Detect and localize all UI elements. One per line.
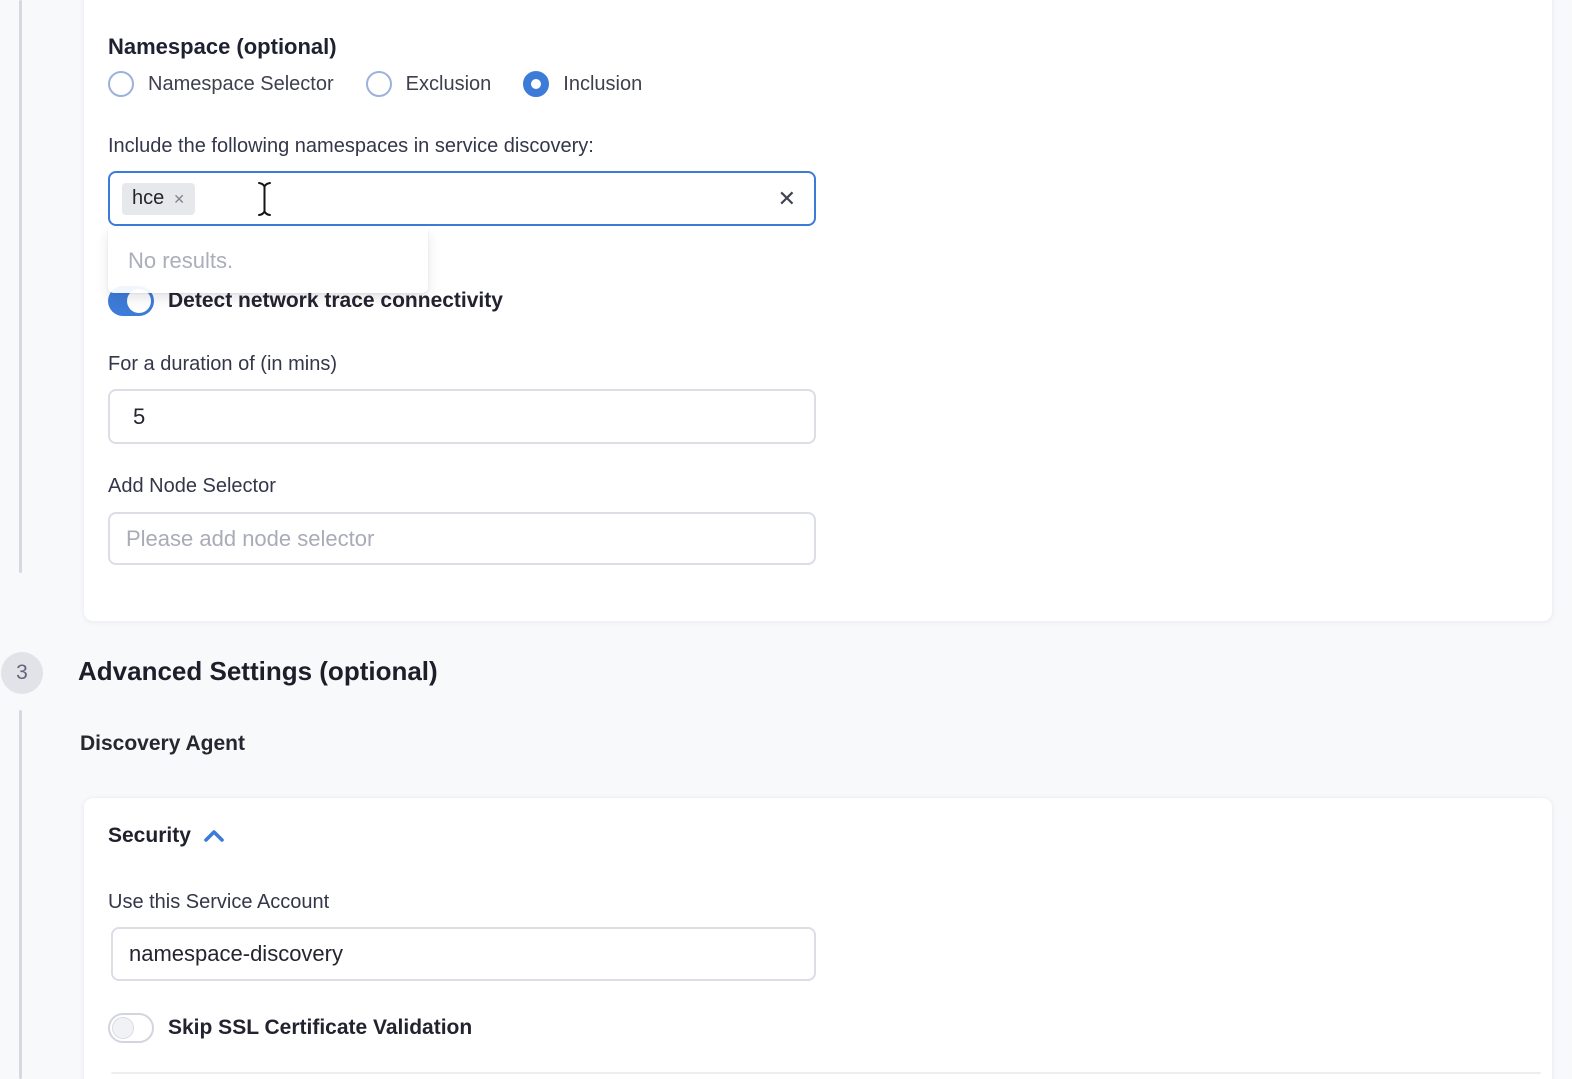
text-cursor-icon — [257, 181, 272, 217]
radio-exclusion-label: Exclusion — [406, 73, 492, 96]
skip-ssl-toggle-label: Skip SSL Certificate Validation — [168, 1016, 472, 1040]
radio-namespace-selector-control[interactable] — [108, 71, 134, 97]
radio-exclusion[interactable]: Exclusion — [366, 71, 492, 97]
skip-ssl-toggle[interactable] — [108, 1013, 154, 1043]
service-account-label: Use this Service Account — [108, 891, 329, 914]
security-card: Security Use this Service Account Skip S… — [83, 797, 1553, 1079]
duration-label: For a duration of (in mins) — [108, 353, 337, 376]
radio-inclusion[interactable]: Inclusion — [523, 71, 642, 97]
namespace-tag-chip: hce ✕ — [122, 183, 195, 215]
advanced-settings-title: Advanced Settings (optional) — [78, 656, 438, 687]
next-field-top-edge — [111, 1072, 1541, 1074]
chevron-up-icon[interactable] — [203, 829, 225, 843]
stepper-connector-line-bottom — [19, 710, 22, 1079]
security-title: Security — [108, 824, 191, 848]
radio-namespace-selector[interactable]: Namespace Selector — [108, 71, 334, 97]
step-3-badge: 3 — [1, 652, 43, 694]
radio-inclusion-label: Inclusion — [563, 73, 642, 96]
toggle-knob — [112, 1017, 134, 1039]
service-discovery-form-page: Namespace (optional) Namespace Selector … — [0, 0, 1572, 1079]
stepper-connector-line-top — [19, 0, 22, 573]
radio-inclusion-control[interactable] — [523, 71, 549, 97]
namespace-mode-radio-group: Namespace Selector Exclusion Inclusion — [108, 71, 674, 97]
service-account-input[interactable] — [111, 927, 816, 981]
security-collapsible-header[interactable]: Security — [108, 824, 225, 848]
namespace-suggestions-dropdown: No results. — [108, 229, 428, 293]
include-namespaces-label: Include the following namespaces in serv… — [108, 135, 594, 158]
namespaces-multiselect-input[interactable]: hce ✕ ✕ — [108, 171, 816, 226]
radio-namespace-selector-label: Namespace Selector — [148, 73, 334, 96]
node-selector-label: Add Node Selector — [108, 475, 276, 498]
radio-exclusion-control[interactable] — [366, 71, 392, 97]
duration-input[interactable] — [108, 389, 816, 444]
namespace-config-card: Namespace (optional) Namespace Selector … — [83, 0, 1553, 622]
clear-field-icon[interactable]: ✕ — [778, 188, 796, 210]
tag-remove-icon[interactable]: ✕ — [173, 192, 185, 206]
no-results-message: No results. — [128, 248, 233, 274]
skip-ssl-toggle-row: Skip SSL Certificate Validation — [108, 1013, 472, 1043]
discovery-agent-label: Discovery Agent — [80, 732, 245, 756]
namespace-tag-text: hce — [132, 187, 164, 210]
node-selector-input[interactable] — [108, 512, 816, 565]
namespace-section-label: Namespace (optional) — [108, 34, 337, 60]
